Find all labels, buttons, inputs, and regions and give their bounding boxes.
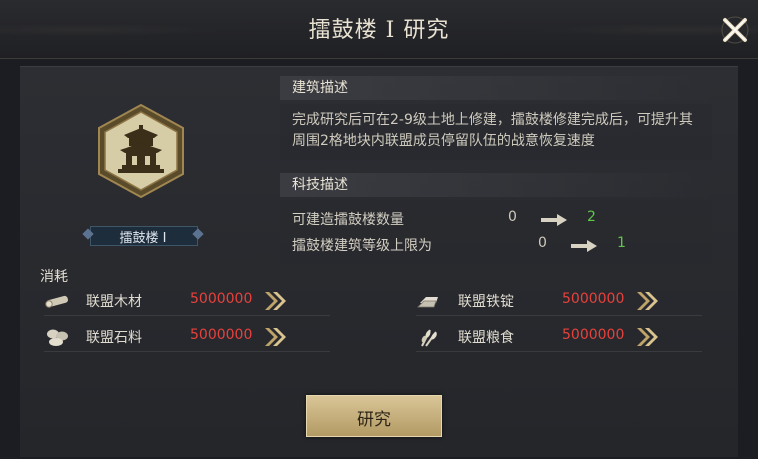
building-badge (96, 103, 186, 199)
tech-row-to: 2 (587, 209, 596, 225)
resource-name: 联盟粮食 (458, 330, 514, 346)
tech-row-from: 0 (538, 235, 547, 251)
building-description-section: 建筑描述 完成研究后可在2-9级土地上修建，擂鼓楼修建完成后，可提升其周围2格地… (280, 76, 712, 160)
wood-icon (45, 295, 68, 308)
tech-row-to: 1 (617, 235, 626, 251)
resource-row: 联盟石料 5000000 (44, 323, 330, 352)
resource-amount: 5000000 (190, 291, 253, 307)
tech-row-label: 擂鼓楼建筑等级上限为 (292, 238, 432, 254)
double-chevron-icon (265, 328, 286, 346)
double-chevron-icon (265, 292, 286, 310)
resource-amount: 5000000 (190, 327, 253, 343)
drum-tower-icon (98, 103, 184, 199)
tech-row-label: 可建造擂鼓楼数量 (292, 212, 404, 228)
window-title: 擂鼓楼 I 研究 (308, 18, 450, 43)
resource-name: 联盟木材 (86, 294, 142, 310)
close-button[interactable] (719, 14, 751, 46)
research-button-label: 研究 (357, 410, 391, 430)
consume-heading: 消耗 (40, 269, 68, 285)
arrow-right-icon (541, 214, 567, 226)
resource-row: 联盟粮食 5000000 (416, 323, 702, 352)
resource-name: 联盟石料 (86, 330, 142, 346)
iron-ingot-icon (417, 297, 438, 308)
close-icon (721, 16, 749, 44)
tech-row: 擂鼓楼建筑等级上限为 0 1 (292, 235, 712, 257)
grain-icon (421, 329, 437, 347)
stone-icon (47, 329, 68, 346)
resource-row: 联盟铁锭 5000000 (416, 287, 702, 316)
building-name-plate: 擂鼓楼 I (82, 225, 204, 246)
resource-name: 联盟铁锭 (458, 294, 514, 310)
resource-row: 联盟木材 5000000 (44, 287, 330, 316)
tech-row: 可建造擂鼓楼数量 0 2 (292, 209, 712, 231)
building-description-text: 完成研究后可在2-9级土地上修建，擂鼓楼修建完成后，可提升其周围2格地块内联盟成… (280, 104, 712, 160)
research-button[interactable]: 研究 (306, 395, 442, 437)
building-name: 擂鼓楼 I (119, 231, 167, 246)
tech-rows: 可建造擂鼓楼数量 0 2 擂鼓楼建筑等级上限为 0 1 (280, 201, 712, 263)
tech-description-heading: 科技描述 (280, 173, 712, 197)
tech-description-section: 科技描述 可建造擂鼓楼数量 0 2 擂鼓楼建筑等级上限为 0 1 (280, 173, 712, 263)
resource-amount: 5000000 (562, 327, 625, 343)
resource-amount: 5000000 (562, 291, 625, 307)
arrow-right-icon (571, 240, 597, 252)
tech-row-from: 0 (508, 209, 517, 225)
double-chevron-icon (637, 292, 658, 310)
building-description-heading: 建筑描述 (280, 76, 712, 100)
double-chevron-icon (637, 328, 658, 346)
